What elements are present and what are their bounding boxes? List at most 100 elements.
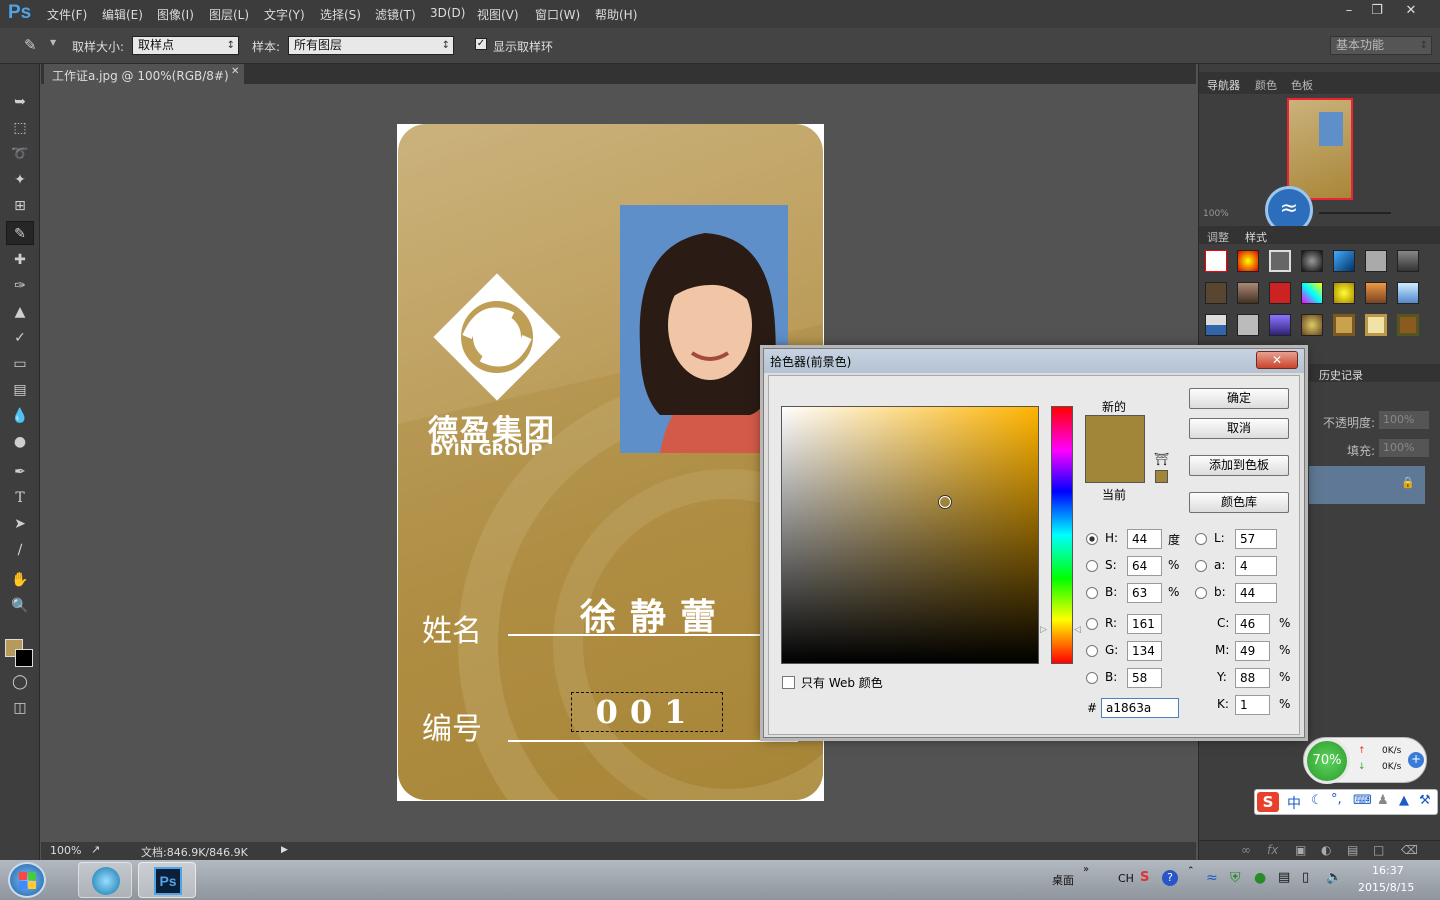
quick-mask-icon[interactable]: ◯ <box>6 670 34 694</box>
menu-filter[interactable]: 滤镜(T) <box>375 6 416 23</box>
sogou-tray-icon[interactable]: S <box>1140 870 1149 885</box>
field-a[interactable]: 4 <box>1235 556 1277 576</box>
network-tray-icon[interactable]: ▤ <box>1278 870 1290 885</box>
field-m[interactable]: 49 <box>1235 641 1270 661</box>
fill-field[interactable]: 100% <box>1379 439 1429 457</box>
link-icon[interactable]: ∞ <box>1241 843 1251 857</box>
line-tool-icon[interactable]: ∕ <box>6 538 34 562</box>
restore-icon[interactable]: ❐ <box>1362 1 1392 21</box>
style-swatch[interactable] <box>1365 250 1387 272</box>
web-only-checkbox[interactable] <box>782 676 795 689</box>
workspace-select[interactable]: 基本功能 <box>1330 36 1432 55</box>
current-color-swatch[interactable] <box>1086 449 1144 482</box>
field-y[interactable]: 88 <box>1235 668 1270 688</box>
layer-row-selected[interactable]: 🔒 <box>1309 466 1425 504</box>
menu-help[interactable]: 帮助(H) <box>595 6 637 23</box>
field-b[interactable]: 58 <box>1127 668 1162 688</box>
hex-field[interactable]: a1863a <box>1101 698 1179 718</box>
menu-select[interactable]: 选择(S) <box>320 6 361 23</box>
radio-lab-b[interactable] <box>1195 587 1207 599</box>
style-swatch[interactable] <box>1205 314 1227 336</box>
style-swatch[interactable] <box>1301 250 1323 272</box>
radio-b[interactable] <box>1086 672 1098 684</box>
type-tool-icon[interactable]: T <box>6 486 34 510</box>
tray-expand-icon[interactable]: » <box>1083 864 1089 875</box>
tab-color[interactable]: 颜色 <box>1255 77 1277 93</box>
opacity-field[interactable]: 100% <box>1379 411 1429 429</box>
taskbar-app-browser[interactable] <box>78 862 132 898</box>
lasso-tool-icon[interactable]: ➰ <box>6 142 34 166</box>
mask-icon[interactable]: ▣ <box>1295 843 1306 857</box>
start-button-icon[interactable] <box>8 862 46 898</box>
style-swatch[interactable] <box>1205 282 1227 304</box>
moon-icon[interactable]: ☾ <box>1311 793 1323 808</box>
tab-styles[interactable]: 样式 <box>1245 229 1267 245</box>
desktop-label[interactable]: 桌面 <box>1052 872 1074 888</box>
eyedropper-icon[interactable]: ✎ <box>24 36 37 54</box>
ime-mode[interactable]: 中 <box>1287 793 1301 813</box>
crop-tool-icon[interactable]: ⊞ <box>6 194 34 218</box>
healing-brush-tool-icon[interactable]: ✚ <box>6 248 34 272</box>
net-speed-widget[interactable]: 70% ↑ ↓ 0K/s 0K/s + <box>1303 737 1427 784</box>
style-swatch[interactable] <box>1397 314 1419 336</box>
volume-icon[interactable]: 🔈 <box>1326 870 1342 885</box>
menu-type[interactable]: 文字(Y) <box>264 6 305 23</box>
style-swatch[interactable] <box>1269 250 1291 272</box>
marquee-tool-icon[interactable]: ⬚ <box>6 116 34 140</box>
style-swatch[interactable] <box>1333 282 1355 304</box>
adjustment-icon[interactable]: ◐ <box>1321 843 1331 857</box>
document-tab[interactable]: 工作证a.jpg @ 100%(RGB/8#) * ✕ <box>44 64 244 98</box>
pen-tool-icon[interactable]: ✒ <box>6 460 34 484</box>
zoom-level[interactable]: 100% <box>50 844 81 857</box>
hue-slider[interactable] <box>1051 406 1073 664</box>
zoom-tool-icon[interactable]: 🔍 <box>6 594 34 618</box>
eraser-tool-icon[interactable]: ▭ <box>6 352 34 376</box>
tab-swatches[interactable]: 色板 <box>1291 77 1313 93</box>
tab-adjustments[interactable]: 调整 <box>1207 229 1229 245</box>
navigator-zoom-slider[interactable] <box>1319 212 1391 214</box>
shield-icon[interactable]: ⛨ <box>1230 870 1241 886</box>
punctuation-icon[interactable]: °, <box>1331 792 1342 807</box>
field-r[interactable]: 161 <box>1127 614 1162 634</box>
menu-3d[interactable]: 3D(D) <box>430 6 465 20</box>
help-icon[interactable]: ? <box>1162 870 1178 886</box>
field-h[interactable]: 44 <box>1127 529 1162 549</box>
plus-icon[interactable]: + <box>1408 752 1424 768</box>
hue-slider-left-arrow-icon[interactable]: ▷ <box>1040 625 1047 635</box>
tray-chevron-icon[interactable]: ⌃ <box>1187 866 1195 876</box>
add-to-swatches-button[interactable]: 添加到色板 <box>1189 455 1289 476</box>
close-icon[interactable]: ✕ <box>1396 1 1426 21</box>
skin-icon[interactable]: ▲ <box>1399 793 1409 808</box>
move-tool-icon[interactable]: ➥ <box>6 90 34 114</box>
signal-icon[interactable]: ▯ <box>1302 870 1309 885</box>
eyedropper-tool-icon[interactable]: ✎ <box>6 221 34 245</box>
clock-date[interactable]: 2015/8/15 <box>1358 881 1414 894</box>
web-safe-swatch[interactable] <box>1155 470 1168 483</box>
menu-layer[interactable]: 图层(L) <box>209 6 249 23</box>
tab-navigator[interactable]: 导航器 <box>1207 77 1240 93</box>
folder-icon[interactable]: ▤ <box>1347 843 1358 857</box>
trash-icon[interactable]: ⌫ <box>1401 843 1418 857</box>
radio-a[interactable] <box>1195 560 1207 572</box>
hue-slider-right-arrow-icon[interactable]: ◁ <box>1074 625 1081 635</box>
status-menu-arrow-icon[interactable]: ▶ <box>281 845 288 855</box>
gamut-cube-icon[interactable]: ⛩ <box>1154 452 1169 466</box>
sample-select[interactable]: 所有图层 <box>288 36 454 55</box>
ok-button[interactable]: 确定 <box>1189 388 1289 409</box>
dialog-close-icon[interactable]: ✕ <box>1256 351 1298 369</box>
magic-wand-tool-icon[interactable]: ✦ <box>6 168 34 192</box>
style-swatch[interactable] <box>1301 314 1323 336</box>
export-icon[interactable]: ↗ <box>91 843 100 856</box>
navigator-thumbnail[interactable] <box>1287 98 1353 200</box>
style-swatch[interactable] <box>1397 282 1419 304</box>
sample-size-select[interactable]: 取样点 <box>132 36 239 55</box>
style-swatch[interactable] <box>1269 314 1291 336</box>
user-icon[interactable]: ♟ <box>1377 793 1389 808</box>
security-tray-icon[interactable]: ● <box>1254 870 1266 886</box>
background-color-swatch[interactable] <box>15 649 33 667</box>
gradient-tool-icon[interactable]: ▤ <box>6 378 34 402</box>
hand-tool-icon[interactable]: ✋ <box>6 568 34 592</box>
style-swatch[interactable] <box>1365 314 1387 336</box>
color-field[interactable] <box>781 406 1039 664</box>
menu-view[interactable]: 视图(V) <box>477 6 519 23</box>
